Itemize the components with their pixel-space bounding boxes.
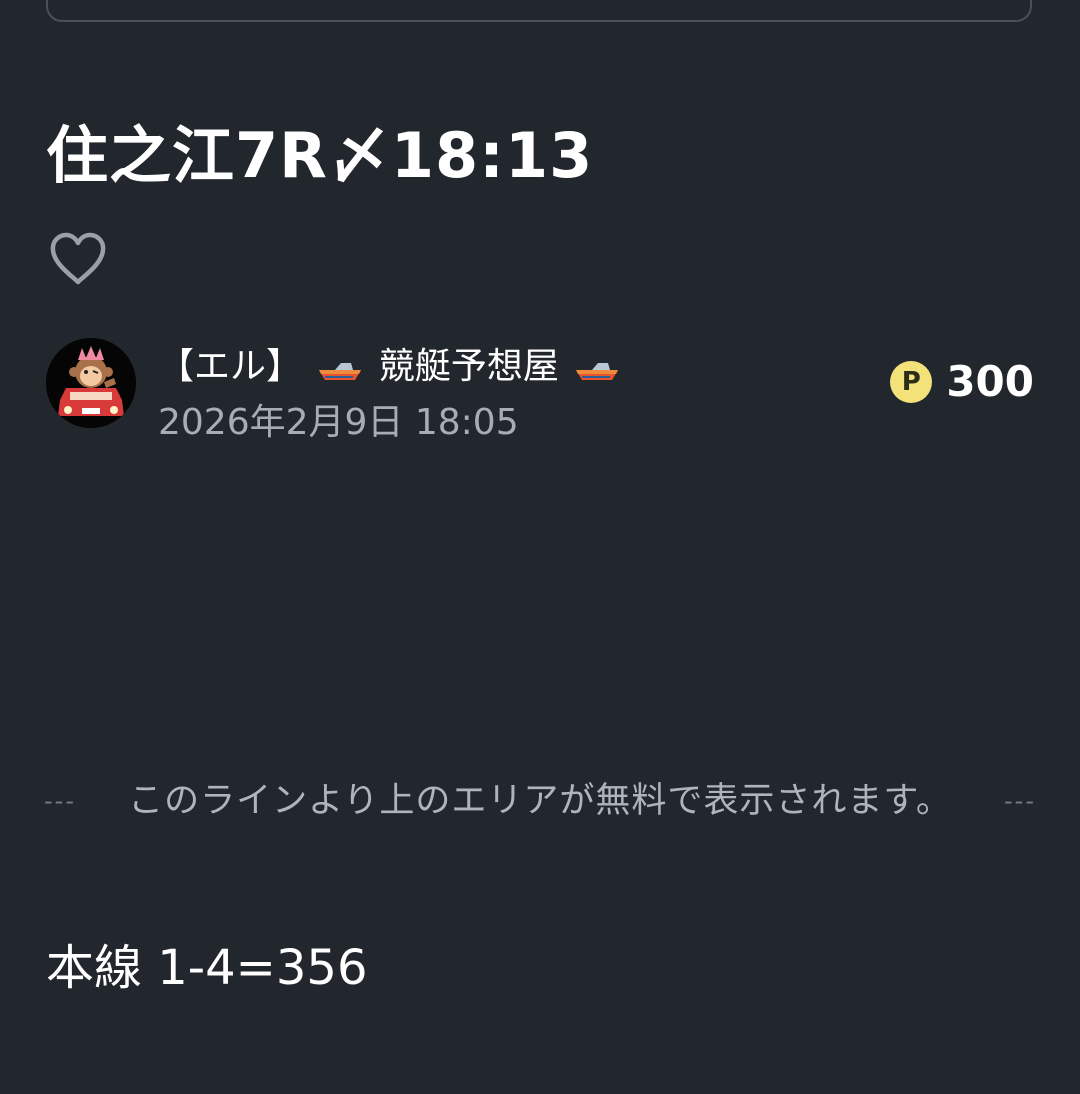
paywall-divider: --- このラインより上のエリアが無料で表示されます。 --- [44, 776, 1036, 826]
speedboat-icon [574, 358, 620, 382]
author-name-main: 競艇予想屋 [378, 346, 559, 387]
author-name-prefix: 【エル】 [158, 346, 303, 387]
heart-outline-icon [50, 232, 106, 285]
price-badge: P 300 [890, 356, 1034, 408]
post-date: 2026年2月9日 18:05 [158, 402, 519, 443]
author-avatar[interactable] [46, 338, 136, 428]
article-body-text: 本線 1-4=356 [46, 940, 368, 996]
paywall-notice: このラインより上のエリアが無料で表示されます。 [128, 781, 952, 821]
author-name[interactable]: 【エル】 競艇予想屋 [158, 342, 624, 392]
price-value: 300 [946, 357, 1034, 406]
divider-dashes-left: --- [44, 787, 76, 815]
like-button[interactable] [48, 230, 108, 288]
divider-dashes-right: --- [1004, 787, 1036, 815]
speedboat-icon [317, 358, 363, 382]
point-coin-icon: P [890, 361, 933, 403]
article-title: 住之江7R〆18:13 [46, 119, 594, 192]
article-page: 住之江7R〆18:13 【エル】 競艇予想屋 2026年2月9日 18:05 P… [0, 0, 1080, 1094]
author-row: 【エル】 競艇予想屋 2026年2月9日 18:05 P 300 [46, 338, 1034, 443]
top-card-edge [46, 0, 1032, 22]
monkey-in-car-avatar [46, 338, 136, 428]
